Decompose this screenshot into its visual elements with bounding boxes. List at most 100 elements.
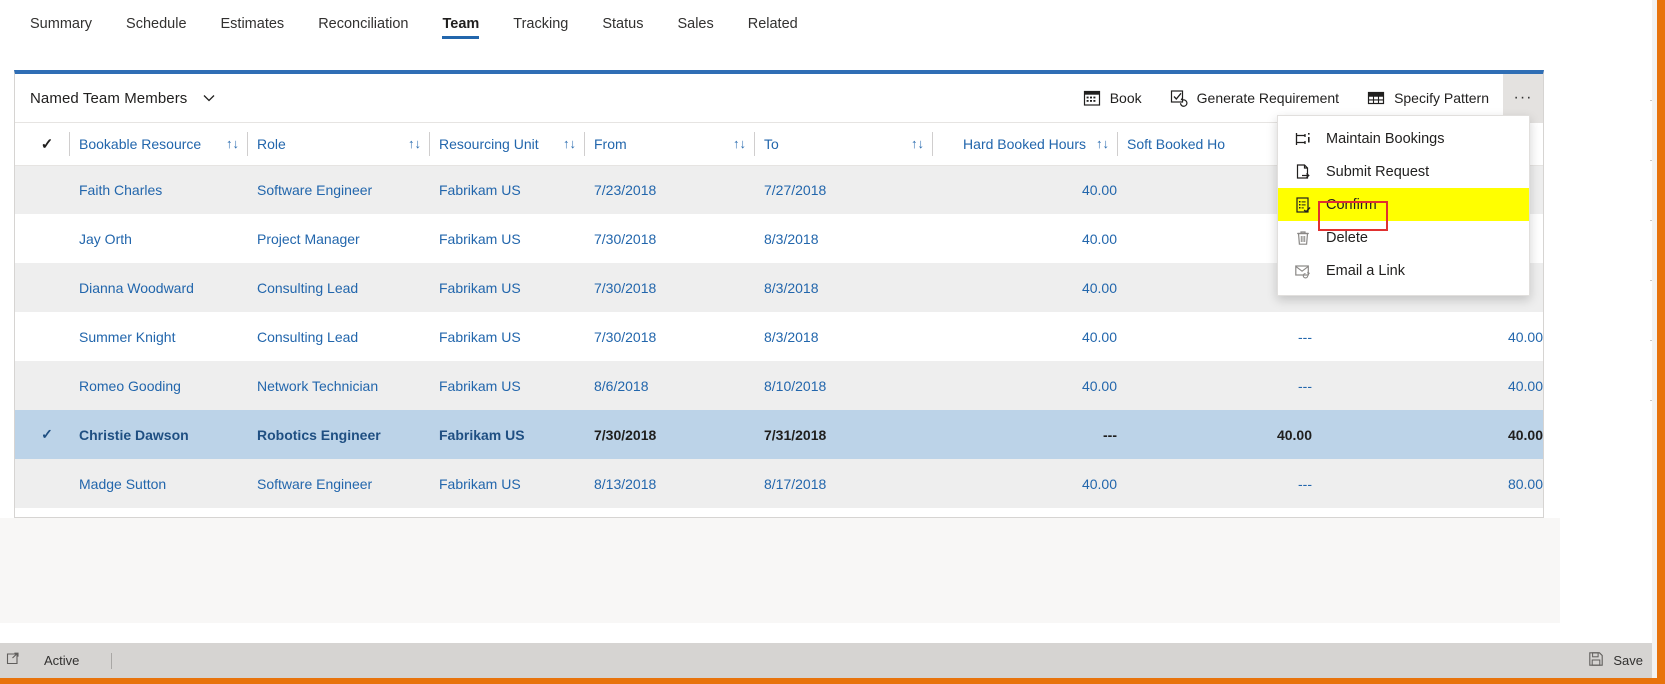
sort-icon[interactable]: ↑↓ [911,136,924,151]
cell-from: 7/30/2018 [584,410,754,459]
cell-bookable-resource[interactable]: Jay Orth [69,214,247,263]
tab-status[interactable]: Status [585,0,660,48]
row-checkbox[interactable] [15,263,69,312]
cell-role[interactable]: Consulting Lead [247,312,429,361]
cell-role[interactable]: Network Technician [247,361,429,410]
cell-resourcing-unit[interactable]: Fabrikam US [429,312,584,361]
row-checkbox[interactable] [15,214,69,263]
cell-bookable-resource[interactable]: Summer Knight [69,312,247,361]
checkmark-icon: ✓ [40,135,54,153]
row-checkbox[interactable] [15,459,69,508]
cell-hard-booked-hours: 40.00 [932,263,1117,312]
tab-estimates[interactable]: Estimates [204,0,302,48]
tab-sales[interactable]: Sales [660,0,730,48]
sort-icon[interactable]: ↑↓ [408,136,421,151]
table-row-selected[interactable]: ✓ Christie Dawson Robotics Engineer Fabr… [15,410,1543,459]
sort-icon[interactable]: ↑↓ [1096,136,1109,151]
tab-label: Summary [30,16,93,32]
menu-item-submit-request[interactable]: Submit Request [1278,155,1529,188]
cell-role[interactable]: Software Engineer [247,165,429,214]
cell-bookable-resource[interactable]: Dianna Woodward [69,263,247,312]
cell-resourcing-unit[interactable]: Fabrikam US [429,214,584,263]
cell-resourcing-unit[interactable]: Fabrikam US [429,263,584,312]
row-checkbox[interactable] [15,165,69,214]
tab-team[interactable]: Team [425,0,496,48]
specify-pattern-label: Specify Pattern [1394,90,1489,106]
menu-item-confirm[interactable]: Confirm [1278,188,1529,221]
calendar-icon [1083,89,1101,107]
tab-label: Schedule [126,16,187,32]
tab-tracking[interactable]: Tracking [496,0,585,48]
cell-total-hours: 80.00 [1312,459,1543,508]
column-to[interactable]: To ↑↓ [754,123,932,166]
sort-icon[interactable]: ↑↓ [733,136,746,151]
status-divider [111,652,113,669]
cell-role[interactable]: Robotics Engineer [247,410,429,459]
cell-to: 7/31/2018 [754,410,932,459]
page-background-area [0,518,1560,623]
menu-item-delete[interactable]: Delete [1278,221,1529,254]
table-row[interactable]: Summer Knight Consulting Lead Fabrikam U… [15,312,1543,361]
cell-bookable-resource[interactable]: Madge Sutton [69,459,247,508]
tab-schedule[interactable]: Schedule [109,0,203,48]
tab-label: Reconciliation [318,16,409,32]
cell-bookable-resource[interactable]: Christie Dawson [69,410,247,459]
menu-item-label: Confirm [1326,196,1377,213]
column-role[interactable]: Role ↑↓ [247,123,429,166]
save-icon [1588,651,1604,670]
generate-requirement-label: Generate Requirement [1196,90,1340,106]
menu-item-maintain-bookings[interactable]: Maintain Bookings [1278,122,1529,155]
column-label: Resourcing Unit [439,135,539,152]
cell-from: 7/23/2018 [584,165,754,214]
row-checkbox[interactable]: ✓ [15,410,69,459]
table-row[interactable]: Romeo Gooding Network Technician Fabrika… [15,361,1543,410]
cell-soft-booked-hours: --- [1117,312,1312,361]
cell-resourcing-unit[interactable]: Fabrikam US [429,361,584,410]
column-label: Hard Booked Hours [963,135,1086,152]
column-label: To [764,135,779,152]
cell-role[interactable]: Software Engineer [247,459,429,508]
save-label: Save [1613,653,1643,668]
cell-total-hours: 40.00 [1312,410,1543,459]
book-button[interactable]: Book [1069,74,1156,123]
sort-icon[interactable]: ↑↓ [563,136,576,151]
cell-soft-booked-hours: --- [1117,459,1312,508]
cell-to: 8/10/2018 [754,361,932,410]
column-label: Role [257,135,286,152]
email-link-icon [1294,262,1312,280]
cell-resourcing-unit[interactable]: Fabrikam US [429,165,584,214]
tab-related[interactable]: Related [731,0,815,48]
sort-icon[interactable]: ↑↓ [226,136,239,151]
cell-role[interactable]: Project Manager [247,214,429,263]
cell-to: 7/27/2018 [754,165,932,214]
cell-resourcing-unit[interactable]: Fabrikam US [429,410,584,459]
column-resourcing-unit[interactable]: Resourcing Unit ↑↓ [429,123,584,166]
column-select-all[interactable]: ✓ [15,123,69,166]
table-row[interactable]: Madge Sutton Software Engineer Fabrikam … [15,459,1543,508]
popout-icon[interactable] [6,651,22,670]
status-bar-left: Active [0,651,113,670]
column-from[interactable]: From ↑↓ [584,123,754,166]
grid-pattern-icon [1367,89,1385,107]
cell-from: 8/13/2018 [584,459,754,508]
cell-hard-booked-hours: 40.00 [932,165,1117,214]
column-bookable-resource[interactable]: Bookable Resource ↑↓ [69,123,247,166]
cell-soft-booked-hours: --- [1117,361,1312,410]
record-state-label: Active [44,653,80,668]
cell-to: 8/17/2018 [754,459,932,508]
cell-bookable-resource[interactable]: Romeo Gooding [69,361,247,410]
menu-item-label: Submit Request [1326,163,1430,180]
row-checkbox[interactable] [15,361,69,410]
cell-bookable-resource[interactable]: Faith Charles [69,165,247,214]
tab-label: Status [602,16,644,32]
cell-resourcing-unit[interactable]: Fabrikam US [429,459,584,508]
cell-role[interactable]: Consulting Lead [247,263,429,312]
menu-item-label: Email a Link [1326,262,1405,279]
chevron-down-icon[interactable] [201,90,217,106]
menu-item-email-a-link[interactable]: Email a Link [1278,254,1529,287]
column-hard-booked-hours[interactable]: Hard Booked Hours ↑↓ [932,123,1117,166]
row-checkbox[interactable] [15,312,69,361]
window-frame-right [1657,0,1665,684]
tab-reconciliation[interactable]: Reconciliation [301,0,425,48]
tab-summary[interactable]: Summary [13,0,109,48]
